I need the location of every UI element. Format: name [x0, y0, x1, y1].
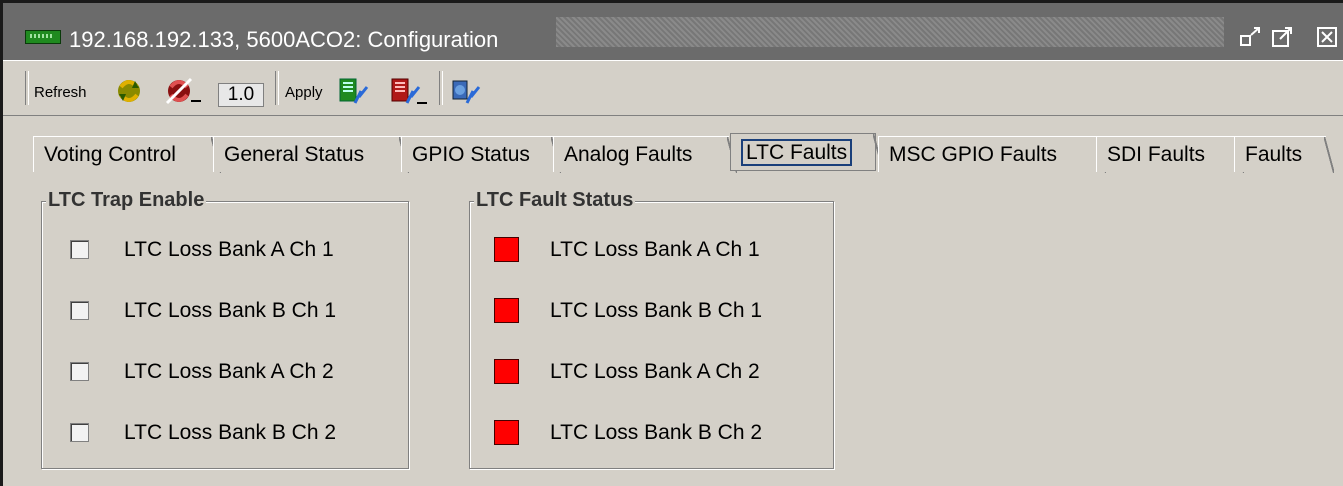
close-icon[interactable] [1315, 26, 1341, 48]
trap-enable-group: LTC Trap Enable LTC Loss Bank A Ch 1 LTC… [41, 189, 409, 469]
fault-indicator-bank-a-ch1 [494, 237, 519, 262]
maximize-icon[interactable] [1271, 26, 1297, 48]
fault-indicator-bank-b-ch2 [494, 420, 519, 445]
tab-bar: Voting Control General Status GPIO Statu… [3, 129, 1343, 173]
fault-label: LTC Loss Bank B Ch 2 [550, 421, 763, 444]
fault-label: LTC Loss Bank A Ch 1 [550, 238, 760, 261]
config-window: 192.168.192.133, 5600ACO2: Configuration… [0, 0, 1343, 486]
card-icon [25, 30, 61, 44]
fault-label: LTC Loss Bank A Ch 2 [550, 360, 760, 383]
apply-label: Apply [285, 84, 323, 101]
fault-indicator-bank-b-ch1 [494, 298, 519, 323]
trap-label: LTC Loss Bank B Ch 1 [124, 299, 337, 322]
tab-sdi-faults[interactable]: SDI Faults [1096, 136, 1244, 173]
tab-content-panel: LTC Trap Enable LTC Loss Bank A Ch 1 LTC… [3, 173, 1343, 486]
trap-label: LTC Loss Bank B Ch 2 [124, 421, 337, 444]
trap-label: LTC Loss Bank A Ch 2 [124, 360, 334, 383]
tab-ltc-faults[interactable]: LTC Faults [730, 133, 883, 171]
toolbar: Refresh 1.0 Apply [3, 60, 1343, 116]
apply-all-icon[interactable] [389, 75, 427, 105]
refresh-icon[interactable] [113, 75, 143, 105]
title-bar[interactable]: 192.168.192.133, 5600ACO2: Configuration [3, 3, 1343, 60]
toolbar-separator [275, 71, 279, 105]
toolbar-separator [439, 71, 443, 105]
trap-checkbox-bank-b-ch1[interactable] [70, 301, 89, 320]
tab-msc-gpio-faults[interactable]: MSC GPIO Faults [878, 136, 1106, 173]
fault-label: LTC Loss Bank B Ch 1 [550, 299, 763, 322]
network-apply-icon[interactable] [449, 75, 481, 105]
trap-enable-title: LTC Trap Enable [46, 189, 207, 212]
fault-indicator-bank-a-ch2 [494, 359, 519, 384]
tab-faults[interactable]: Faults [1234, 136, 1334, 173]
fault-status-group: LTC Fault Status LTC Loss Bank A Ch 1 LT… [469, 189, 834, 469]
toolbar-grip [25, 71, 29, 105]
tab-general-status[interactable]: General Status [213, 136, 409, 173]
trap-checkbox-bank-a-ch2[interactable] [70, 362, 89, 381]
apply-icon[interactable] [337, 75, 369, 105]
fault-status-title: LTC Fault Status [474, 189, 636, 212]
tab-gpio-status[interactable]: GPIO Status [401, 136, 561, 173]
trap-checkbox-bank-a-ch1[interactable] [70, 240, 89, 259]
trap-label: LTC Loss Bank A Ch 1 [124, 238, 334, 261]
window-title: 192.168.192.133, 5600ACO2: Configuration [69, 27, 499, 52]
auto-refresh-icon[interactable] [163, 75, 201, 105]
refresh-label: Refresh [34, 84, 87, 101]
refresh-rate-field[interactable]: 1.0 [218, 83, 264, 107]
tab-analog-faults[interactable]: Analog Faults [553, 136, 737, 173]
undock-icon[interactable] [1239, 26, 1265, 48]
title-bar-texture [556, 17, 1224, 47]
trap-checkbox-bank-b-ch2[interactable] [70, 423, 89, 442]
tab-voting-control[interactable]: Voting Control [33, 136, 221, 173]
